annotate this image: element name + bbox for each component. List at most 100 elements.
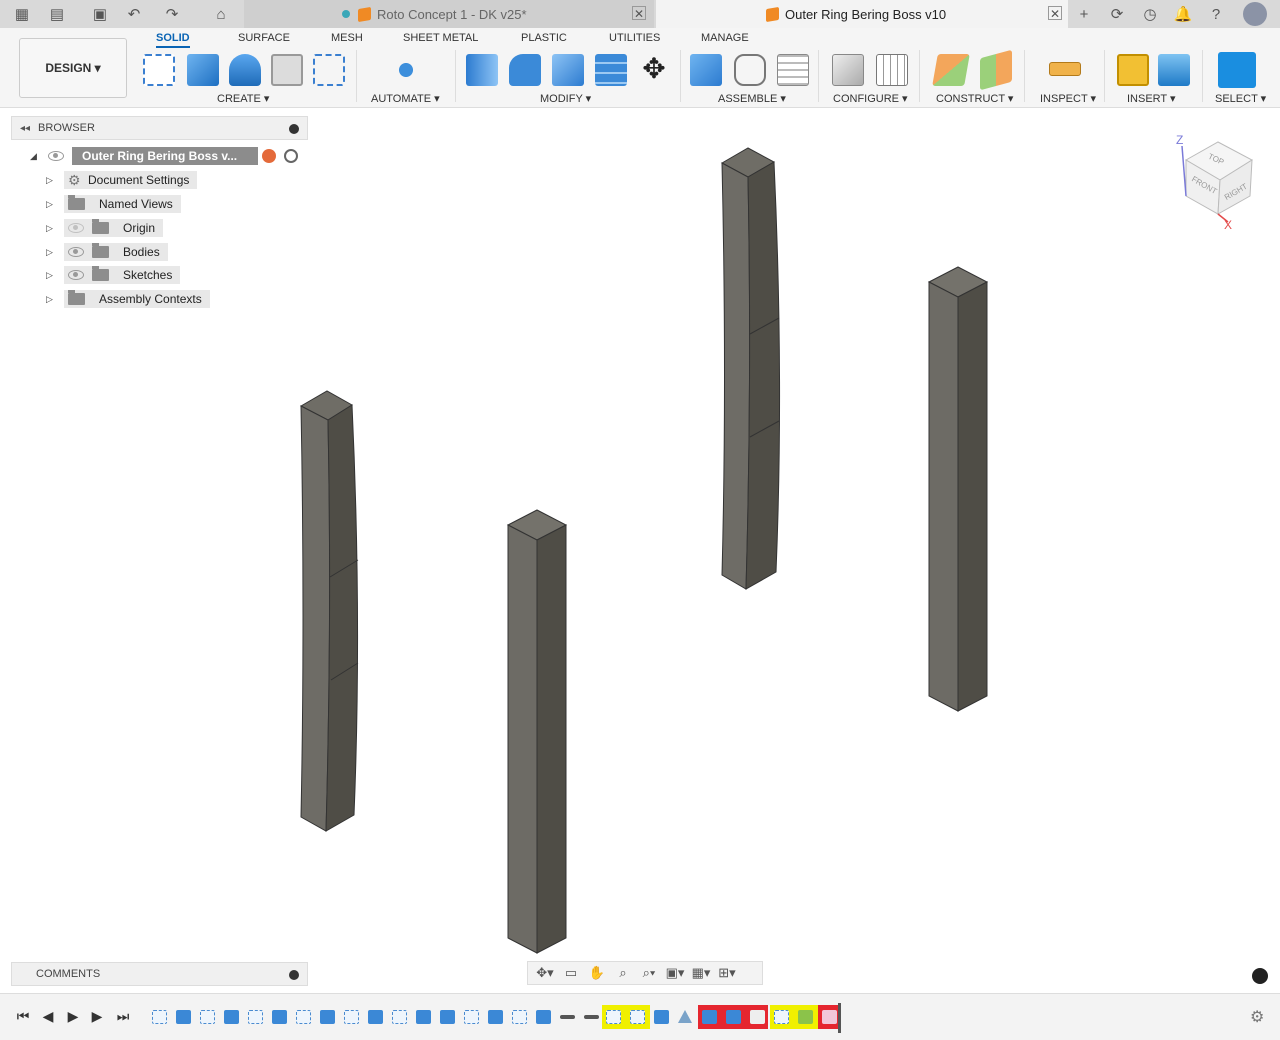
close-tab-icon[interactable]: ✕	[1048, 6, 1062, 21]
midplane-icon[interactable]	[980, 49, 1012, 91]
tab-plastic[interactable]: PLASTIC	[521, 32, 567, 44]
step-back-icon[interactable]: ◀	[39, 1008, 57, 1025]
configure-menu[interactable]: CONFIGURE ▾	[833, 92, 908, 105]
insert-canvas-icon[interactable]	[1158, 54, 1190, 86]
timeline-sketch-icon[interactable]	[630, 1010, 645, 1024]
undo-icon[interactable]: ↶	[123, 3, 145, 25]
timeline-sketch-icon[interactable]	[774, 1010, 789, 1024]
go-to-end-icon[interactable]: ⏭	[114, 1008, 132, 1025]
display-settings-icon[interactable]: ▣▾	[664, 965, 686, 981]
hole-icon[interactable]	[271, 54, 303, 86]
go-to-start-icon[interactable]: ⏮	[14, 1008, 32, 1025]
create-sketch-icon[interactable]	[143, 54, 175, 86]
zoom-icon[interactable]: ⌕	[612, 965, 634, 981]
tab-solid[interactable]: SOLID	[156, 32, 190, 48]
tab-utilities[interactable]: UTILITIES	[609, 32, 660, 44]
timeline-extrude-icon[interactable]	[416, 1010, 431, 1024]
configuration-table-icon[interactable]	[876, 54, 908, 86]
timeline-extrude-icon[interactable]	[368, 1010, 383, 1024]
select-icon[interactable]	[1218, 52, 1256, 88]
pan-icon[interactable]: ✋	[586, 965, 608, 981]
timeline-sketch-icon[interactable]	[344, 1010, 359, 1024]
fit-icon[interactable]: ⌕▾	[638, 965, 660, 981]
pattern-icon[interactable]	[313, 54, 345, 86]
straight-body-2[interactable]	[927, 266, 989, 712]
timeline-extrude-icon[interactable]	[654, 1010, 669, 1024]
timeline-extrude-icon[interactable]	[272, 1010, 287, 1024]
joint-icon[interactable]	[734, 54, 766, 86]
add-comment-icon[interactable]	[289, 970, 299, 980]
home-icon[interactable]: ⌂	[210, 3, 232, 25]
timeline-shell-icon[interactable]	[822, 1010, 837, 1024]
play-icon[interactable]: ▶	[64, 1008, 82, 1025]
press-pull-icon[interactable]	[466, 54, 498, 86]
inspect-menu[interactable]: INSPECT ▾	[1040, 92, 1096, 105]
timeline-extrude-icon[interactable]	[440, 1010, 455, 1024]
shell-icon[interactable]	[595, 54, 627, 86]
timeline-extrude-icon[interactable]	[536, 1010, 551, 1024]
select-menu[interactable]: SELECT ▾	[1215, 92, 1266, 105]
timeline-sketch-icon[interactable]	[464, 1010, 479, 1024]
tab-sheet-metal[interactable]: SHEET METAL	[403, 32, 478, 44]
automate-icon[interactable]	[390, 54, 422, 86]
timeline-settings-gear-icon[interactable]: ⚙	[1250, 1007, 1264, 1027]
timeline-sketch-icon[interactable]	[200, 1010, 215, 1024]
offset-plane-icon[interactable]	[932, 54, 970, 86]
curved-body-2[interactable]	[720, 147, 781, 590]
timeline-hole-icon[interactable]	[798, 1010, 813, 1024]
tab-manage[interactable]: MANAGE	[701, 32, 749, 44]
look-at-icon[interactable]: ▭	[560, 965, 582, 981]
grid-settings-icon[interactable]: ▦▾	[690, 965, 712, 981]
redo-icon[interactable]: ↷	[161, 3, 183, 25]
3d-viewport[interactable]: TOP FRONT RIGHT	[0, 108, 1280, 988]
file-menu-icon[interactable]: ▤	[46, 3, 68, 25]
move-copy-icon[interactable]: ✥	[638, 54, 670, 86]
timeline-extrude-icon[interactable]	[702, 1010, 717, 1024]
timeline-extrude-icon[interactable]	[726, 1010, 741, 1024]
history-icon[interactable]: ◷	[1139, 3, 1161, 25]
viewports-icon[interactable]: ⊞▾	[716, 965, 738, 981]
step-forward-icon[interactable]: ▶	[88, 1008, 106, 1025]
measure-icon[interactable]	[1049, 62, 1081, 76]
timeline-extrude-icon[interactable]	[320, 1010, 335, 1024]
timeline-sketch-icon[interactable]	[152, 1010, 167, 1024]
timeline-extrude-icon[interactable]	[224, 1010, 239, 1024]
save-icon[interactable]: ▣	[89, 3, 111, 25]
fillet-icon[interactable]	[509, 54, 541, 86]
avatar[interactable]	[1243, 2, 1267, 26]
tab-outer-ring[interactable]: Outer Ring Bering Boss v10 ✕	[656, 0, 1068, 28]
modify-menu[interactable]: MODIFY ▾	[540, 92, 591, 105]
timeline-sketch-icon[interactable]	[512, 1010, 527, 1024]
revolve-icon[interactable]	[229, 54, 261, 86]
tab-roto-concept[interactable]: Roto Concept 1 - DK v25* ✕	[244, 0, 654, 28]
comments-panel[interactable]: COMMENTS	[11, 962, 308, 986]
extrude-icon[interactable]	[187, 54, 219, 86]
insert-menu[interactable]: INSERT ▾	[1127, 92, 1176, 105]
viewcube[interactable]: TOP FRONT RIGHT	[1181, 141, 1254, 223]
create-menu[interactable]: CREATE ▾	[217, 92, 269, 105]
insert-svg-icon[interactable]	[1117, 54, 1149, 86]
close-tab-icon[interactable]: ✕	[632, 6, 646, 21]
straight-body-1[interactable]	[506, 509, 568, 954]
new-tab-icon[interactable]: +	[1073, 3, 1095, 25]
notifications-icon[interactable]: 🔔	[1172, 3, 1194, 25]
timeline-sketch-icon[interactable]	[606, 1010, 621, 1024]
tab-mesh[interactable]: MESH	[331, 32, 363, 44]
chat-icon[interactable]	[1252, 968, 1268, 984]
job-status-icon[interactable]: ⟳	[1106, 3, 1128, 25]
combine-icon[interactable]	[552, 54, 584, 86]
bill-of-materials-icon[interactable]	[777, 54, 809, 86]
timeline-extrude-icon[interactable]	[176, 1010, 191, 1024]
apps-grid-icon[interactable]: ▦	[11, 3, 33, 25]
tab-surface[interactable]: SURFACE	[238, 32, 290, 44]
timeline-plane-icon[interactable]	[678, 1010, 692, 1023]
assemble-menu[interactable]: ASSEMBLE ▾	[718, 92, 786, 105]
help-icon[interactable]: ?	[1205, 3, 1227, 25]
configure-icon[interactable]	[832, 54, 864, 86]
timeline-sketch-icon[interactable]	[296, 1010, 311, 1024]
timeline-fillet-icon[interactable]	[750, 1010, 765, 1024]
orbit-icon[interactable]: ✥▾	[534, 965, 556, 981]
curved-body-1[interactable]	[299, 390, 359, 832]
automate-menu[interactable]: AUTOMATE ▾	[371, 92, 440, 105]
workspace-switcher-button[interactable]: DESIGN ▾	[19, 38, 127, 98]
